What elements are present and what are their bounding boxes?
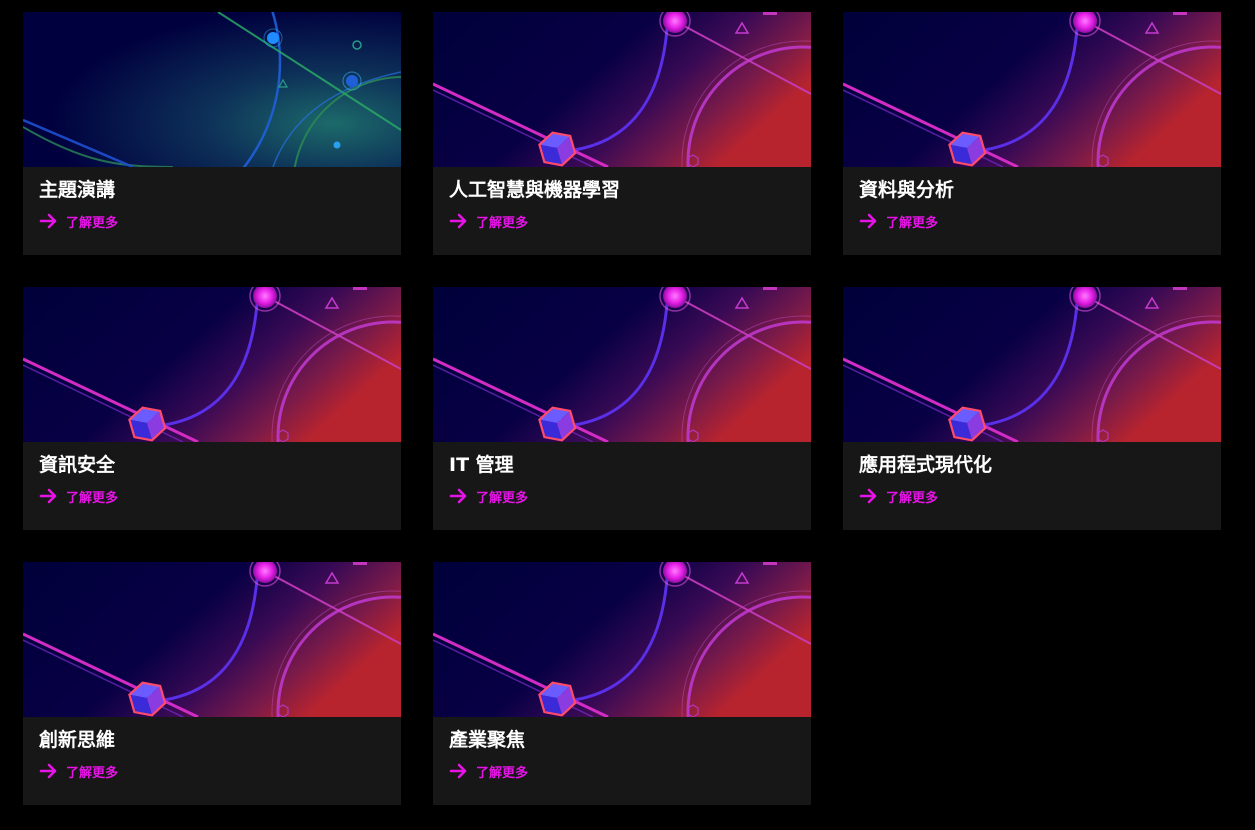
arrow-right-icon (449, 763, 469, 779)
topic-card[interactable]: 創新思維 了解更多 (23, 562, 401, 805)
topic-card-image[interactable] (433, 562, 811, 717)
topic-card-image[interactable] (433, 12, 811, 167)
topic-card-body: 主題演講 了解更多 (23, 167, 401, 233)
topic-card-title: 人工智慧與機器學習 (449, 179, 621, 201)
learn-more-link[interactable]: 了解更多 (449, 486, 528, 506)
learn-more-label: 了解更多 (476, 765, 529, 781)
learn-more-label: 了解更多 (66, 765, 119, 781)
learn-more-label: 了解更多 (476, 215, 529, 231)
learn-more-link[interactable]: 了解更多 (39, 211, 118, 231)
topic-card-image[interactable] (23, 12, 401, 167)
topic-card-title: 產業聚焦 (449, 729, 526, 751)
topic-card-body: 資料與分析 了解更多 (843, 167, 1221, 233)
arrow-right-icon (859, 488, 879, 504)
topic-card-image[interactable] (23, 562, 401, 717)
topic-card-image[interactable] (843, 12, 1221, 167)
arrow-right-icon (449, 488, 469, 504)
learn-more-link[interactable]: 了解更多 (39, 486, 118, 506)
topic-card-title: 創新思維 (39, 729, 116, 751)
topic-card-body: IT 管理 了解更多 (433, 442, 811, 508)
learn-more-label: 了解更多 (886, 490, 939, 506)
topic-card-body: 應用程式現代化 了解更多 (843, 442, 1221, 508)
topic-card-image[interactable] (843, 287, 1221, 442)
topic-card-title: 資訊安全 (39, 454, 116, 476)
topic-card[interactable]: 產業聚焦 了解更多 (433, 562, 811, 805)
learn-more-label: 了解更多 (66, 215, 119, 231)
learn-more-link[interactable]: 了解更多 (449, 761, 528, 781)
topic-card-image[interactable] (433, 287, 811, 442)
topic-card-image[interactable] (23, 287, 401, 442)
topic-card-title: 資料與分析 (859, 179, 955, 201)
topic-card-title: 應用程式現代化 (859, 454, 993, 476)
topic-card-body: 創新思維 了解更多 (23, 717, 401, 783)
arrow-right-icon (859, 213, 879, 229)
learn-more-label: 了解更多 (886, 215, 939, 231)
arrow-right-icon (39, 763, 59, 779)
topic-card[interactable]: 資料與分析 了解更多 (843, 12, 1221, 255)
topic-card[interactable]: 應用程式現代化 了解更多 (843, 287, 1221, 530)
learn-more-label: 了解更多 (66, 490, 119, 506)
topic-card[interactable]: IT 管理 了解更多 (433, 287, 811, 530)
topic-card-title: IT 管理 (449, 454, 514, 476)
arrow-right-icon (39, 488, 59, 504)
topic-card[interactable]: 主題演講 了解更多 (23, 12, 401, 255)
topic-card-body: 資訊安全 了解更多 (23, 442, 401, 508)
arrow-right-icon (39, 213, 59, 229)
topic-card-title: 主題演講 (39, 179, 116, 201)
arrow-right-icon (449, 213, 469, 229)
learn-more-link[interactable]: 了解更多 (859, 486, 938, 506)
topic-card-grid: 主題演講 了解更多 人工智慧與機器學習 了解更多 資料與分析 了解更多 資訊安全… (23, 12, 1221, 805)
topic-card-body: 產業聚焦 了解更多 (433, 717, 811, 783)
learn-more-link[interactable]: 了解更多 (449, 211, 528, 231)
learn-more-link[interactable]: 了解更多 (859, 211, 938, 231)
learn-more-label: 了解更多 (476, 490, 529, 506)
topic-card-body: 人工智慧與機器學習 了解更多 (433, 167, 811, 233)
topic-card[interactable]: 人工智慧與機器學習 了解更多 (433, 12, 811, 255)
topic-card[interactable]: 資訊安全 了解更多 (23, 287, 401, 530)
learn-more-link[interactable]: 了解更多 (39, 761, 118, 781)
